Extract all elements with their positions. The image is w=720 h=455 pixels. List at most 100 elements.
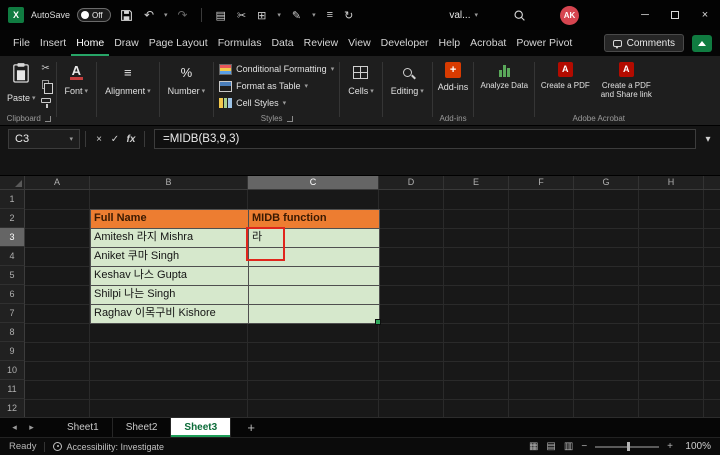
maximize-button[interactable] xyxy=(660,0,690,30)
column-header-B[interactable]: B xyxy=(90,176,248,189)
page-break-view-icon[interactable]: ▥ xyxy=(564,441,573,452)
insert-function-icon[interactable]: fx xyxy=(123,134,139,145)
conditional-formatting-button[interactable]: Conditional Formatting▾ xyxy=(219,61,334,77)
row-header-7[interactable]: 7 xyxy=(0,304,25,323)
table-qat-icon[interactable]: ⊞ xyxy=(257,9,266,22)
workbook-title[interactable]: val... ▾ xyxy=(449,10,478,21)
format-painter-icon[interactable] xyxy=(41,95,51,106)
menu-item-formulas[interactable]: Formulas xyxy=(213,30,267,56)
clipboard-dialog-launcher-icon[interactable] xyxy=(45,116,51,122)
minimize-button[interactable]: ─ xyxy=(630,0,660,30)
styles-dialog-launcher-icon[interactable] xyxy=(287,116,293,122)
sheet-tab-sheet3[interactable]: Sheet3 xyxy=(171,418,231,437)
number-group-button[interactable]: % Number▾ xyxy=(160,56,214,125)
menu-item-data[interactable]: Data xyxy=(266,30,298,56)
page-layout-view-icon[interactable]: ▤ xyxy=(546,441,555,452)
row-header-6[interactable]: 6 xyxy=(0,285,25,304)
zoom-out-icon[interactable]: − xyxy=(581,441,587,452)
row-header-11[interactable]: 11 xyxy=(0,380,25,399)
menu-item-page-layout[interactable]: Page Layout xyxy=(144,30,213,56)
sheet-tab-sheet2[interactable]: Sheet2 xyxy=(113,418,172,437)
cut-icon[interactable]: ✂ xyxy=(41,63,49,74)
addins-button[interactable]: + Add-ins xyxy=(438,56,469,112)
zoom-level[interactable]: 100% xyxy=(681,441,711,452)
create-pdf-share-button[interactable]: A Create a PDF and Share link xyxy=(595,56,657,112)
menu-item-acrobat[interactable]: Acrobat xyxy=(465,30,511,56)
rows-qat-icon[interactable]: ≡ xyxy=(327,9,333,21)
menu-item-review[interactable]: Review xyxy=(299,30,343,56)
column-header-D[interactable]: D xyxy=(379,176,444,189)
menu-item-view[interactable]: View xyxy=(343,30,376,56)
cell-styles-button[interactable]: Cell Styles▾ xyxy=(219,95,334,111)
row-header-12[interactable]: 12 xyxy=(0,399,25,417)
accessibility-button[interactable]: Accessibility: Investigate xyxy=(53,442,164,452)
column-header-E[interactable]: E xyxy=(444,176,509,189)
excel-logo-icon[interactable]: X xyxy=(8,7,24,23)
create-pdf-button[interactable]: A Create a PDF xyxy=(540,56,590,112)
table-cell[interactable]: Raghav 이목구비 Kishore xyxy=(91,305,249,324)
row-header-8[interactable]: 8 xyxy=(0,323,25,342)
fill-handle[interactable] xyxy=(375,319,381,325)
normal-view-icon[interactable]: ▦ xyxy=(529,441,538,452)
table-cell[interactable]: Amitesh 라지 Mishra xyxy=(91,229,249,248)
alignment-group-button[interactable]: ≡ Alignment▾ xyxy=(97,56,159,125)
name-box[interactable]: C3 ▾ xyxy=(8,129,80,149)
new-sheet-button[interactable]: + xyxy=(243,420,259,435)
format-as-table-button[interactable]: Format as Table▾ xyxy=(219,78,334,94)
sheet-tab-sheet1[interactable]: Sheet1 xyxy=(54,418,113,437)
undo-caret-icon[interactable]: ▾ xyxy=(164,11,168,19)
row-header-1[interactable]: 1 xyxy=(0,190,25,209)
formula-bar-expand-icon[interactable]: ▾ xyxy=(700,134,716,145)
column-header-C[interactable]: C xyxy=(248,176,379,189)
table-qat-caret-icon[interactable]: ▾ xyxy=(277,11,281,19)
column-header-A[interactable]: A xyxy=(25,176,90,189)
sheet-area[interactable]: 12345678910111213Full NameMIDB functionA… xyxy=(0,190,720,417)
menu-item-home[interactable]: Home xyxy=(71,30,109,56)
row-header-3[interactable]: 3 xyxy=(0,228,25,247)
menu-item-file[interactable]: File xyxy=(8,30,35,56)
menu-item-power-pivot[interactable]: Power Pivot xyxy=(511,30,577,56)
column-header-H[interactable]: H xyxy=(639,176,704,189)
formula-input[interactable]: =MIDB(B3,9,3) xyxy=(154,129,696,149)
draw-qat-icon[interactable]: ✎ xyxy=(292,9,301,22)
font-group-button[interactable]: A Font▾ xyxy=(57,56,97,125)
menu-item-draw[interactable]: Draw xyxy=(109,30,144,56)
table-cell[interactable]: Aniket 쿠마 Singh xyxy=(91,248,249,267)
row-header-9[interactable]: 9 xyxy=(0,342,25,361)
zoom-slider[interactable] xyxy=(595,446,659,448)
sheet-nav-right-icon[interactable]: ▸ xyxy=(23,422,40,433)
enter-icon[interactable]: ✓ xyxy=(107,134,123,145)
comments-button[interactable]: Comments xyxy=(604,34,684,52)
sheet-nav-left-icon[interactable]: ◂ xyxy=(6,422,23,433)
undo-icon[interactable]: ↶ xyxy=(141,6,157,24)
paste-button[interactable]: Paste▾ xyxy=(7,56,36,112)
close-button[interactable]: × xyxy=(690,0,720,30)
save-icon[interactable] xyxy=(118,6,134,24)
table-cell[interactable] xyxy=(249,267,380,286)
paste-qat-icon[interactable]: ▤ xyxy=(216,9,226,22)
table-header-cell[interactable]: Full Name xyxy=(91,210,249,229)
editing-group-button[interactable]: Editing▾ xyxy=(383,56,432,125)
menu-item-developer[interactable]: Developer xyxy=(376,30,434,56)
avatar[interactable]: AK xyxy=(560,6,579,25)
share-button[interactable] xyxy=(692,35,712,52)
row-header-5[interactable]: 5 xyxy=(0,266,25,285)
column-header-F[interactable]: F xyxy=(509,176,574,189)
cut-qat-icon[interactable]: ✂ xyxy=(237,9,246,22)
select-all-corner[interactable] xyxy=(0,176,25,189)
autosave-toggle[interactable]: Off xyxy=(77,8,111,22)
menu-item-help[interactable]: Help xyxy=(434,30,466,56)
row-header-2[interactable]: 2 xyxy=(0,209,25,228)
refresh-qat-icon[interactable]: ↻ xyxy=(344,9,353,22)
table-cell[interactable]: Keshav 나스 Gupta xyxy=(91,267,249,286)
table-cell[interactable] xyxy=(249,286,380,305)
row-header-4[interactable]: 4 xyxy=(0,247,25,266)
search-icon[interactable] xyxy=(511,6,527,24)
column-header-G[interactable]: G xyxy=(574,176,639,189)
row-header-10[interactable]: 10 xyxy=(0,361,25,380)
analyze-data-button[interactable]: Analyze Data xyxy=(479,56,529,112)
draw-qat-caret-icon[interactable]: ▾ xyxy=(312,11,316,19)
copy-icon[interactable] xyxy=(42,79,49,90)
menu-item-insert[interactable]: Insert xyxy=(35,30,71,56)
cancel-icon[interactable]: × xyxy=(91,134,107,145)
